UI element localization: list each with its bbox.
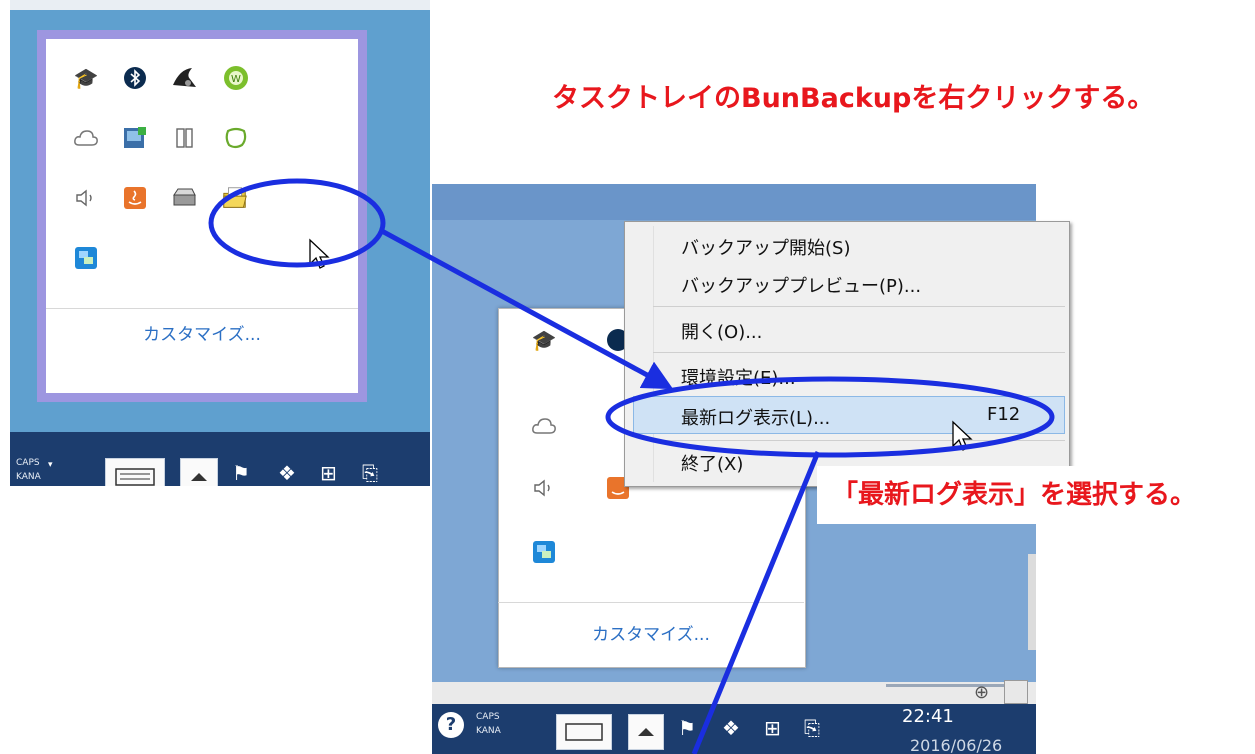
annotation-overlay	[208, 178, 1055, 754]
arrow-downward	[691, 451, 821, 754]
highlight-circle-menu-item	[605, 376, 1055, 458]
highlight-circle-tray-icon	[208, 178, 386, 268]
arrow-to-menu	[378, 227, 674, 390]
